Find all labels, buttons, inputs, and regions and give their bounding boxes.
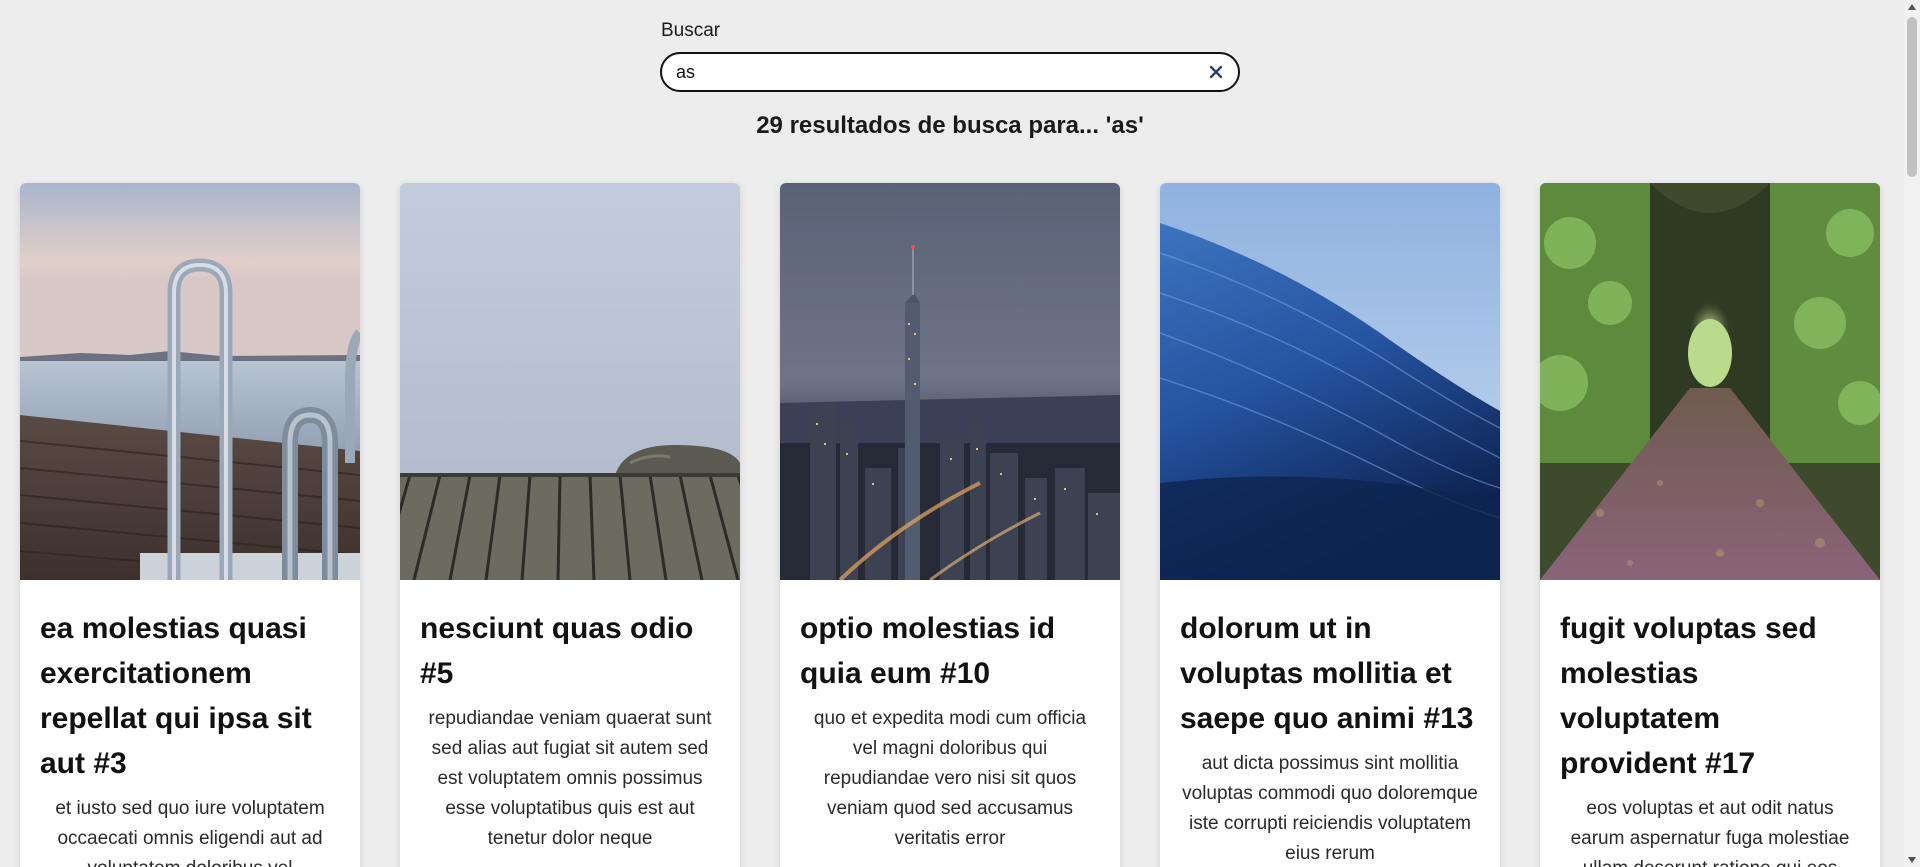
card-description: quo et expedita modi cum officia vel mag… xyxy=(813,708,1087,849)
search-box[interactable] xyxy=(660,52,1240,92)
card-body: optio molestias id quia eum #10 quo et e… xyxy=(780,580,1120,854)
card-title[interactable]: fugit voluptas sed molestias voluptatem … xyxy=(1560,606,1860,786)
results-grid: ea molestias quasi exercitationem repell… xyxy=(20,183,1882,867)
card-title[interactable]: ea molestias quasi exercitationem repell… xyxy=(40,606,340,786)
close-icon[interactable] xyxy=(1206,62,1226,82)
forest-tunnel-path-image xyxy=(1540,183,1880,580)
search-input[interactable] xyxy=(676,54,1176,90)
page: Buscar 29 resultados de busca para... 'a… xyxy=(0,0,1904,867)
ocean-wave-image xyxy=(1160,183,1500,580)
page-scrollbar[interactable] xyxy=(1904,0,1920,867)
search-area: Buscar xyxy=(660,20,1240,92)
scrollbar-thumb[interactable] xyxy=(1907,17,1917,177)
card-body: fugit voluptas sed molestias voluptatem … xyxy=(1540,580,1880,867)
result-card[interactable]: optio molestias id quia eum #10 quo et e… xyxy=(780,183,1120,867)
wooden-pier-fog-image xyxy=(400,183,740,580)
card-title[interactable]: dolorum ut in voluptas mollitia et saepe… xyxy=(1180,606,1480,741)
card-body: nesciunt quas odio #5 repudiandae veniam… xyxy=(400,580,740,854)
card-description: repudiandae veniam quaerat sunt sed alia… xyxy=(428,708,712,849)
card-title[interactable]: nesciunt quas odio #5 xyxy=(420,606,720,696)
card-description: et iusto sed quo iure voluptatem occaeca… xyxy=(55,798,325,867)
result-card[interactable]: fugit voluptas sed molestias voluptatem … xyxy=(1540,183,1880,867)
card-title[interactable]: optio molestias id quia eum #10 xyxy=(800,606,1100,696)
card-body: dolorum ut in voluptas mollitia et saepe… xyxy=(1160,580,1500,867)
city-skyline-night-image xyxy=(780,183,1120,580)
result-card[interactable]: ea molestias quasi exercitationem repell… xyxy=(20,183,360,867)
scroll-down-arrow-icon[interactable] xyxy=(1908,857,1916,863)
results-summary: 29 resultados de busca para... 'as' xyxy=(756,112,1144,139)
result-card[interactable]: dolorum ut in voluptas mollitia et saepe… xyxy=(1160,183,1500,867)
scroll-up-arrow-icon[interactable] xyxy=(1908,4,1916,10)
card-description: eos voluptas et aut odit natus earum asp… xyxy=(1570,798,1850,867)
card-body: ea molestias quasi exercitationem repell… xyxy=(20,580,360,867)
dock-ladder-lake-image xyxy=(20,183,360,580)
search-label: Buscar xyxy=(661,20,721,41)
card-description: aut dicta possimus sint mollitia volupta… xyxy=(1182,753,1478,864)
result-card[interactable]: nesciunt quas odio #5 repudiandae veniam… xyxy=(400,183,740,867)
